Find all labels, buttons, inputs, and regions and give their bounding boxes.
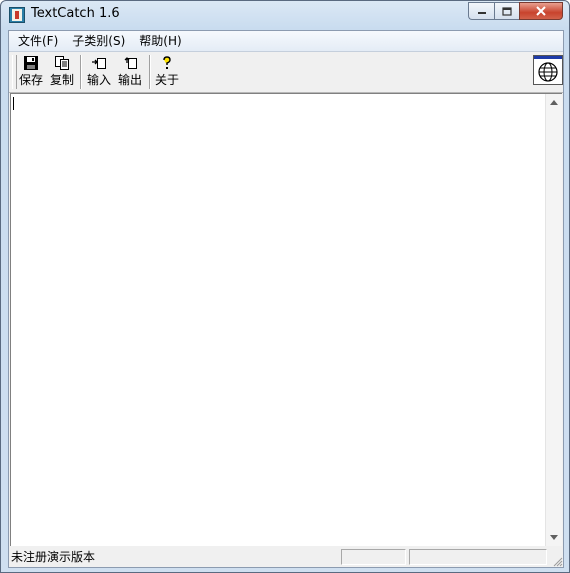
status-text: 未注册演示版本: [11, 550, 96, 564]
floppy-disk-icon: [24, 56, 38, 70]
export-label: 输出: [117, 73, 142, 87]
toolbar: 保存 复制 输入 输出 关于: [9, 52, 563, 93]
status-panel: [341, 549, 406, 565]
copy-label: 复制: [49, 73, 74, 87]
window-controls: [468, 2, 563, 21]
menu-bar: 文件(F) 子类别(S) 帮助(H): [9, 31, 563, 52]
maximize-icon: [502, 6, 512, 16]
about-button[interactable]: 关于: [154, 53, 180, 90]
about-label: 关于: [154, 73, 179, 87]
question-mark-icon: [163, 56, 171, 69]
save-label: 保存: [18, 73, 43, 87]
export-icon: [124, 57, 137, 69]
import-button[interactable]: 输入: [86, 53, 112, 90]
text-editor[interactable]: [10, 93, 562, 546]
menu-file[interactable]: 文件(F): [16, 32, 60, 50]
resize-grip-icon[interactable]: [551, 555, 563, 567]
menu-help[interactable]: 帮助(H): [137, 32, 183, 50]
scroll-up-icon[interactable]: [550, 100, 558, 105]
import-label: 输入: [86, 73, 111, 87]
minimize-button[interactable]: [468, 2, 494, 20]
maximize-button[interactable]: [494, 2, 519, 20]
app-icon: [9, 7, 25, 23]
copy-icon: [55, 56, 69, 70]
window-title: TextCatch 1.6: [31, 6, 120, 21]
import-icon: [92, 58, 106, 69]
title-bar[interactable]: TextCatch 1.6: [1, 1, 569, 29]
export-button[interactable]: 输出: [117, 53, 143, 90]
status-bar: 未注册演示版本: [9, 547, 563, 567]
minimize-icon: [477, 12, 486, 14]
scroll-down-icon[interactable]: [550, 535, 558, 540]
close-icon: [536, 6, 546, 16]
app-window: TextCatch 1.6 文件(F) 子类别(S) 帮助(H) 保存 复制 输…: [0, 0, 570, 573]
toolbar-separator: [80, 55, 82, 89]
toolbar-separator: [149, 55, 151, 89]
close-button[interactable]: [519, 2, 563, 20]
globe-icon: [533, 55, 563, 85]
vertical-scrollbar[interactable]: [545, 94, 562, 546]
client-area: 文件(F) 子类别(S) 帮助(H) 保存 复制 输入 输出 关于 未注册演示版…: [8, 30, 564, 568]
copy-button[interactable]: 复制: [49, 53, 75, 90]
menu-subcategory[interactable]: 子类别(S): [70, 32, 127, 50]
toolbar-grip[interactable]: [12, 55, 17, 89]
text-caret: [13, 97, 14, 110]
save-button[interactable]: 保存: [18, 53, 44, 90]
status-panel: [409, 549, 547, 565]
